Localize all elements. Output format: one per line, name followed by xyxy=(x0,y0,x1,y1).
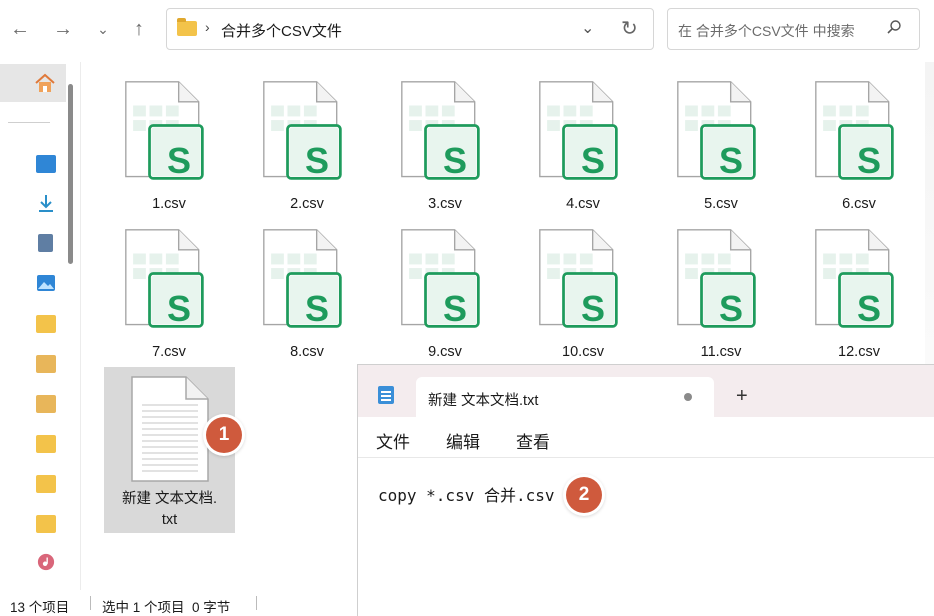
sidebar-folder-icon[interactable] xyxy=(36,315,56,333)
file-item-csv[interactable]: S 11.csv xyxy=(656,226,786,361)
csv-icon-letter: S xyxy=(304,288,329,329)
item-count: 13 个项目 xyxy=(10,600,70,615)
file-item-csv[interactable]: S 6.csv xyxy=(794,78,924,213)
file-name: 2.csv xyxy=(290,196,324,212)
file-name: 6.csv xyxy=(842,196,876,212)
notepad-menu-bar: 文件 编辑 查看 xyxy=(358,417,934,458)
sidebar-divider xyxy=(8,122,50,123)
sidebar-shared-folder-icon[interactable] xyxy=(36,395,56,413)
file-name: 7.csv xyxy=(152,344,186,360)
csv-icon-letter: S xyxy=(856,140,881,181)
sidebar-folder-icon[interactable] xyxy=(36,515,56,533)
sidebar-documents-icon[interactable] xyxy=(38,234,53,252)
file-name-line2: txt xyxy=(161,512,178,528)
notepad-app-icon xyxy=(378,386,394,404)
address-bar[interactable]: › 合并多个CSV文件 ⌄ ↻ xyxy=(166,8,654,50)
home-icon xyxy=(35,73,55,92)
search-box[interactable]: 在 合并多个CSV文件 中搜索 xyxy=(667,8,920,50)
forward-arrow-icon[interactable]: → xyxy=(48,12,78,46)
breadcrumb-separator-icon[interactable]: › xyxy=(205,19,210,35)
csv-icon-letter: S xyxy=(166,288,191,329)
navigation-bar: ← → ⌄ ↑ › 合并多个CSV文件 ⌄ ↻ 在 合并多个CSV文件 中搜索 xyxy=(0,0,934,62)
csv-icon-letter: S xyxy=(580,140,605,181)
notepad-window: 新建 文本文档.txt + 文件 编辑 查看 copy *.csv 合并.csv… xyxy=(357,364,934,616)
file-item-csv[interactable]: S 1.csv xyxy=(104,78,234,213)
file-item-csv[interactable]: S 4.csv xyxy=(518,78,648,213)
file-name: 9.csv xyxy=(428,344,462,360)
sidebar-shared-folder-icon[interactable] xyxy=(36,355,56,373)
file-item-csv[interactable]: S 12.csv xyxy=(794,226,924,361)
selected-file-name[interactable]: 新建 文本文档. txt xyxy=(104,489,235,531)
sidebar-folder-icon[interactable] xyxy=(36,435,56,453)
window-edge xyxy=(925,62,934,364)
csv-icon-letter: S xyxy=(580,288,605,329)
file-item-csv[interactable]: S 2.csv xyxy=(242,78,372,213)
new-tab-plus-icon[interactable]: + xyxy=(736,385,748,408)
csv-icon-letter: S xyxy=(442,288,467,329)
notepad-tab-title: 新建 文本文档.txt xyxy=(428,393,539,409)
file-name: 1.csv xyxy=(152,196,186,212)
status-separator xyxy=(90,596,91,610)
file-item-csv[interactable]: S 7.csv xyxy=(104,226,234,361)
sidebar-desktop-icon[interactable] xyxy=(36,155,56,173)
menu-file[interactable]: 文件 xyxy=(376,428,410,453)
file-item-csv[interactable]: S 9.csv xyxy=(380,226,510,361)
csv-icon-letter: S xyxy=(856,288,881,329)
file-item-csv[interactable]: S 3.csv xyxy=(380,78,510,213)
file-item-csv[interactable]: S 5.csv xyxy=(656,78,786,213)
menu-view[interactable]: 查看 xyxy=(516,428,550,453)
file-name: 8.csv xyxy=(290,344,324,360)
file-name: 4.csv xyxy=(566,196,600,212)
navigation-pane xyxy=(0,62,80,590)
sidebar-downloads-icon[interactable] xyxy=(36,194,56,212)
menu-edit[interactable]: 编辑 xyxy=(446,428,480,453)
sidebar-pictures-icon[interactable] xyxy=(36,274,56,292)
back-arrow-icon[interactable]: ← xyxy=(5,12,35,46)
notepad-tab[interactable]: 新建 文本文档.txt xyxy=(416,377,714,417)
file-name: 12.csv xyxy=(838,344,880,360)
csv-icon-letter: S xyxy=(166,140,191,181)
selection-info: 选中 1 个项目 0 字节 xyxy=(102,600,231,615)
csv-icon-letter: S xyxy=(442,140,467,181)
recent-locations-chevron-icon[interactable]: ⌄ xyxy=(88,12,118,46)
sidebar-scrollbar[interactable] xyxy=(68,84,73,264)
status-separator xyxy=(256,596,257,610)
address-dropdown-chevron-icon[interactable]: ⌄ xyxy=(581,18,594,38)
sidebar-music-icon[interactable] xyxy=(36,553,56,571)
refresh-icon[interactable]: ↻ xyxy=(621,16,638,41)
file-item-csv[interactable]: S 8.csv xyxy=(242,226,372,361)
file-item-csv[interactable]: S 10.csv xyxy=(518,226,648,361)
file-name: 3.csv xyxy=(428,196,462,212)
step-badge-2: 2 xyxy=(566,477,602,513)
sidebar-folder-icon[interactable] xyxy=(36,475,56,493)
file-name: 10.csv xyxy=(562,344,604,360)
notepad-text-content[interactable]: copy *.csv 合并.csv xyxy=(378,482,555,506)
sidebar-item-home[interactable] xyxy=(0,64,66,102)
pane-divider xyxy=(80,62,81,590)
csv-icon-letter: S xyxy=(718,288,743,329)
search-icon[interactable] xyxy=(886,19,902,35)
notepad-tab-bar: 新建 文本文档.txt + xyxy=(358,365,934,417)
file-name: 5.csv xyxy=(704,196,738,212)
csv-icon-letter: S xyxy=(718,140,743,181)
file-name: 11.csv xyxy=(700,344,742,360)
status-bar: 13 个项目 选中 1 个项目 0 字节 xyxy=(0,590,357,615)
breadcrumb-current-folder[interactable]: 合并多个CSV文件 xyxy=(221,20,342,41)
unsaved-dot-icon[interactable] xyxy=(684,393,692,401)
file-name-line1: 新建 文本文档. xyxy=(121,491,218,507)
step-badge-1: 1 xyxy=(206,417,242,453)
csv-icon-letter: S xyxy=(304,140,329,181)
up-arrow-icon[interactable]: ↑ xyxy=(124,12,154,46)
search-placeholder[interactable]: 在 合并多个CSV文件 中搜索 xyxy=(678,21,855,41)
text-document-icon xyxy=(131,376,209,482)
folder-icon xyxy=(177,18,197,36)
